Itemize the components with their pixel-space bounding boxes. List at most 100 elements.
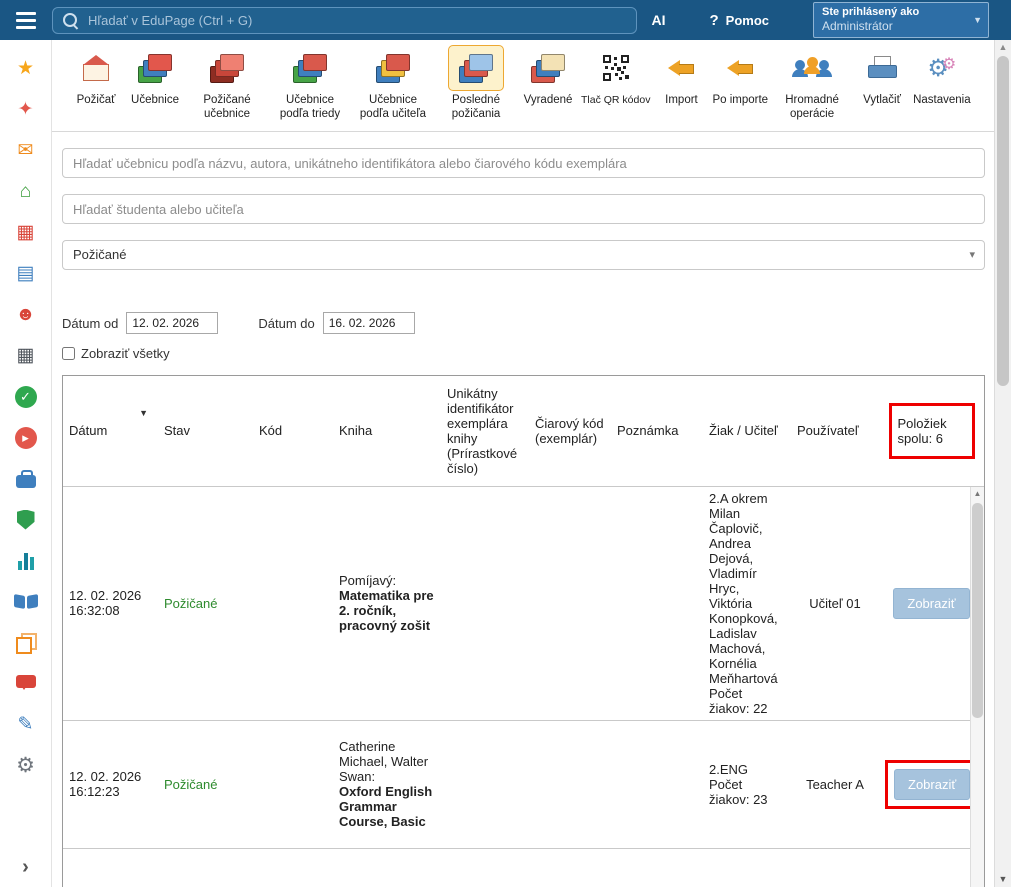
textbooks-stack-icon: [138, 53, 172, 83]
gears-icon: ⚙⚙: [927, 54, 956, 83]
sidebar-item-documents[interactable]: [0, 622, 51, 663]
scroll-up-icon[interactable]: ▲: [995, 42, 1011, 52]
annotation-highlight: Zobraziť: [885, 760, 979, 809]
sidebar-item-settings[interactable]: ⚙: [0, 745, 51, 786]
sidebar-item-favorites[interactable]: ★: [0, 48, 51, 89]
toolbar-item-posledne-pozicania[interactable]: Posledné požičania: [437, 45, 515, 121]
cell-user: Administrátor: [791, 848, 879, 887]
sidebar-item-signatures[interactable]: ✎: [0, 704, 51, 745]
toolbar-item-ucebnice-podla-ucitela[interactable]: Učebnice podľa učiteľa: [354, 45, 432, 121]
page-scrollbar[interactable]: ▲ ▼: [994, 40, 1011, 887]
toolbar-item-label: Učebnice: [131, 94, 179, 108]
items-total-label: Položiek spolu: 6: [898, 416, 947, 446]
sidebar-item-messages[interactable]: ✉: [0, 130, 51, 171]
date-to-label: Dátum do: [258, 316, 314, 331]
cell-students: Teacher A: [703, 848, 791, 887]
toolbar-item-po-importe[interactable]: Po importe: [712, 45, 768, 108]
toolbar-item-label: Nastavenia: [913, 94, 971, 108]
column-header-poloziek-spolu: Položiek spolu: 6: [879, 376, 984, 486]
toolbar-item-nastavenia[interactable]: ⚙⚙ Nastavenia: [913, 45, 971, 108]
lend-icon: [83, 64, 109, 81]
cell-students: 2.A okrem Milan Čaplovič, Andrea Dejová,…: [703, 486, 791, 720]
show-all-label: Zobraziť všetky: [81, 346, 170, 361]
cell-note: [611, 720, 703, 848]
sidebar-item-results[interactable]: ✓: [0, 376, 51, 417]
table-scrollbar[interactable]: ▲: [970, 487, 984, 887]
page-scrollbar-thumb[interactable]: [997, 56, 1009, 386]
user-menu[interactable]: Ste prihlásený ako Administrátor ▼: [813, 2, 989, 38]
column-header-unikatny-identifikator[interactable]: Unikátny identifikátor exemplára knihy (…: [441, 376, 529, 486]
menu-icon[interactable]: [0, 12, 52, 29]
magic-wand-icon: ✦: [18, 100, 34, 119]
sidebar-item-home[interactable]: ⌂: [0, 171, 51, 212]
people-group-icon: [795, 55, 829, 81]
book-title: Oxford English Grammar Course, Basic: [339, 784, 435, 829]
cell-code: 15UNR6: [253, 848, 333, 887]
sidebar-item-agenda[interactable]: [0, 458, 51, 499]
pen-icon: ✎: [18, 715, 34, 734]
date-to-input[interactable]: [323, 312, 415, 334]
column-header-stav[interactable]: Stav: [158, 376, 253, 486]
timetable-icon: ▦: [17, 223, 35, 242]
sidebar-item-statistics[interactable]: [0, 540, 51, 581]
show-button[interactable]: Zobraziť: [894, 769, 970, 800]
sidebar-item-wizard[interactable]: ✦: [0, 89, 51, 130]
cell-book: Pomíjavý: Matematika pre 2. ročník, prac…: [333, 486, 441, 720]
printer-icon: [868, 56, 896, 80]
status-filter-select[interactable]: Požičané ▾: [62, 240, 985, 270]
table-scrollbar-thumb[interactable]: [972, 503, 983, 718]
show-all-row: Zobraziť všetky: [62, 346, 985, 361]
help-label: Pomoc: [726, 13, 769, 28]
logged-in-as-label: Ste prihlásený ako: [822, 6, 968, 18]
cell-unique-id: [441, 848, 529, 887]
chevron-down-icon: ▾: [969, 248, 975, 261]
ai-button[interactable]: AI: [651, 12, 665, 28]
sidebar-item-control[interactable]: [0, 499, 51, 540]
show-all-checkbox[interactable]: [62, 347, 75, 360]
book-author: Pomíjavý:: [339, 573, 435, 588]
sidebar-item-calendar[interactable]: ▦: [0, 335, 51, 376]
toolbar-item-pozicat[interactable]: Požičať: [70, 45, 122, 108]
table-header-row: ▼ Dátum Stav Kód Kniha Unikátny identifi…: [63, 376, 984, 486]
cell-book: Catherine Michael, Walter Swan: Oxford E…: [333, 720, 441, 848]
sidebar-item-textbooks[interactable]: ▤: [0, 253, 51, 294]
show-button[interactable]: Zobraziť: [893, 588, 969, 619]
teacher-stack-icon: [376, 53, 410, 83]
clock-circle-icon: ▸: [15, 427, 37, 449]
copy-icon: [15, 633, 37, 652]
toolbar-item-label: Vyradené: [524, 94, 573, 108]
scroll-up-icon[interactable]: ▲: [971, 487, 984, 501]
toolbar-item-pozicane-ucebnice[interactable]: Požičané učebnice: [188, 45, 266, 121]
global-search-input[interactable]: [86, 12, 626, 29]
toolbar-item-vytlacit[interactable]: Vytlačiť: [856, 45, 908, 108]
sidebar-expand[interactable]: ›: [0, 846, 51, 887]
library-icon: [14, 595, 38, 609]
toolbar-item-ucebnice-podla-triedy[interactable]: Učebnice podľa triedy: [271, 45, 349, 121]
column-header-datum[interactable]: ▼ Dátum: [63, 376, 158, 486]
toolbar-item-import[interactable]: Import: [655, 45, 707, 108]
column-header-kod[interactable]: Kód: [253, 376, 333, 486]
cell-unique-id: [441, 720, 529, 848]
toolbar-item-vyradene[interactable]: Vyradené: [520, 45, 576, 108]
cell-action: Zobraziť: [879, 486, 984, 720]
column-header-kniha[interactable]: Kniha: [333, 376, 441, 486]
toolbar-item-tlac-qr-kodov[interactable]: Tlač QR kódov: [581, 45, 650, 106]
sidebar-item-classregister[interactable]: ☻: [0, 294, 51, 335]
column-header-poznamka[interactable]: Poznámka: [611, 376, 703, 486]
column-header-pouzivatel[interactable]: Používateľ: [791, 376, 879, 486]
person-search-input[interactable]: [62, 194, 985, 224]
sidebar-item-library[interactable]: [0, 581, 51, 622]
column-header-ziak-ucitel[interactable]: Žiak / Učiteľ: [703, 376, 791, 486]
scroll-down-icon[interactable]: ▼: [995, 874, 1011, 884]
sidebar-item-chat[interactable]: [0, 663, 51, 704]
date-from-input[interactable]: [126, 312, 218, 334]
help-button[interactable]: ? Pomoc: [709, 12, 769, 29]
sidebar-item-timetable[interactable]: ▦: [0, 212, 51, 253]
global-search[interactable]: [52, 7, 637, 34]
toolbar-item-ucebnice[interactable]: Učebnice: [127, 45, 183, 108]
sidebar-item-attendance[interactable]: ▸: [0, 417, 51, 458]
toolbar-item-hromadne-operacie[interactable]: Hromadné operácie: [773, 45, 851, 121]
book-search-input[interactable]: [62, 148, 985, 178]
table-row: 12. 02. 2026 14:48:26 Požičané 15UNR6 Mi…: [63, 848, 984, 887]
column-header-ciarovy-kod[interactable]: Čiarový kód (exemplár): [529, 376, 611, 486]
